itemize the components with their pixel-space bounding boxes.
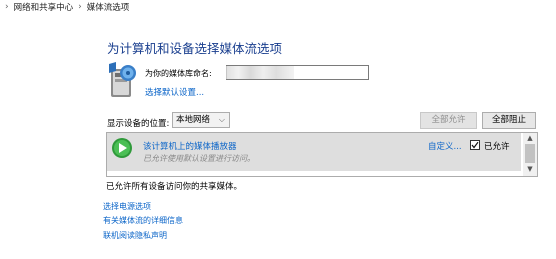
checkmark-icon (471, 141, 479, 149)
scroll-up-icon[interactable]: ▲ (523, 133, 537, 143)
device-description: 已允许使用默认设置进行访问。 (143, 154, 255, 163)
power-options-link[interactable]: 选择电源选项 (103, 201, 151, 212)
media-streaming-info-link[interactable]: 有关媒体流的详细信息 (103, 215, 183, 226)
device-row[interactable] (107, 133, 521, 171)
allowed-checkbox[interactable] (470, 140, 480, 150)
chevron-right-icon: › (78, 2, 82, 12)
scroll-down-icon[interactable]: ▼ (523, 164, 537, 174)
network-location-select[interactable]: 本地网络 ⌵ (172, 112, 230, 128)
block-all-button[interactable]: 全部阻止 (482, 112, 536, 129)
privacy-statement-link[interactable]: 联机阅读隐私声明 (103, 230, 167, 241)
media-player-icon (112, 138, 132, 158)
library-name-label: 为你的媒体库命名: (145, 69, 212, 78)
customize-link[interactable]: 自定义... (428, 140, 462, 152)
allow-all-button[interactable]: 全部允许 (420, 112, 477, 129)
allowed-label: 已允许 (484, 142, 510, 152)
page-title: 为计算机和设备选择媒体流选项 (107, 41, 283, 56)
breadcrumb-item-media-streaming[interactable]: 媒体流选项 (87, 1, 130, 13)
breadcrumb: › 网络和共享中心 › 媒体流选项 (0, 0, 129, 14)
chevron-right-icon: › (5, 2, 9, 12)
show-devices-label: 显示设备的位置: (107, 119, 170, 129)
breadcrumb-item-network-center[interactable]: 网络和共享中心 (14, 1, 74, 13)
device-name-link[interactable]: 该计算机上的媒体播放器 (143, 140, 237, 152)
status-text: 已允许所有设备访问你的共享媒体。 (106, 182, 243, 192)
scroll-thumb[interactable] (525, 144, 535, 163)
chevron-down-icon: ⌵ (218, 115, 225, 124)
redacted-name-overlay (226, 66, 294, 79)
media-library-icon (109, 62, 136, 97)
choose-default-settings-link[interactable]: 选择默认设置... (145, 86, 204, 98)
network-location-value: 本地网络 (176, 115, 211, 125)
